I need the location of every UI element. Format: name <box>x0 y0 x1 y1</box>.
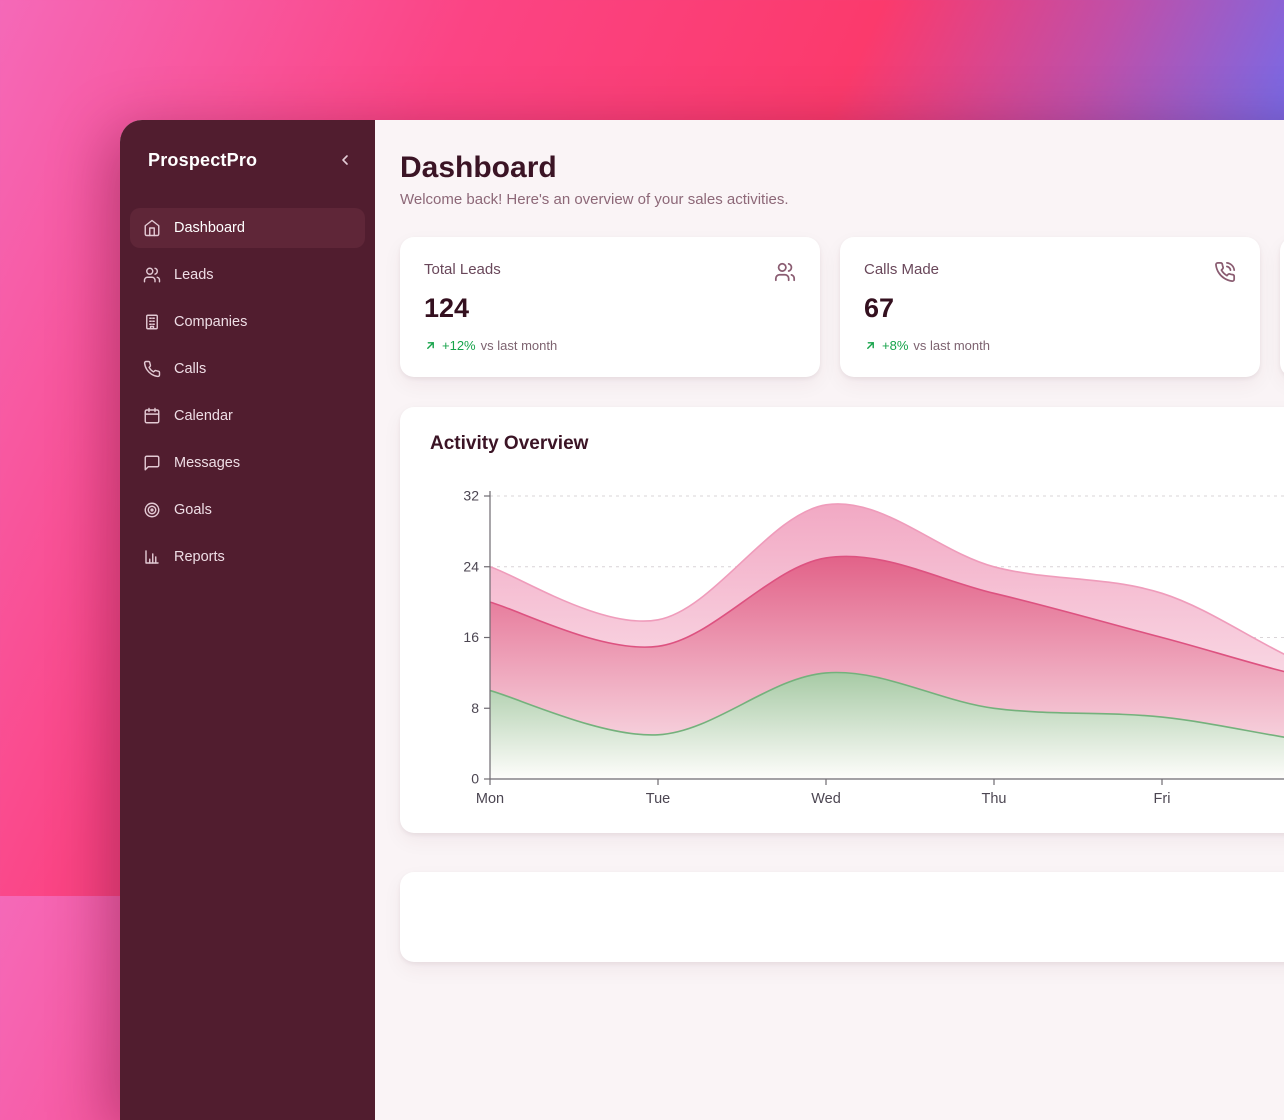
bar-chart-icon <box>143 548 161 566</box>
sidebar-item-messages[interactable]: Messages <box>130 443 365 483</box>
home-icon <box>143 219 161 237</box>
sidebar-item-leads[interactable]: Leads <box>130 255 365 295</box>
stat-value: 124 <box>424 293 796 324</box>
svg-text:8: 8 <box>471 700 479 716</box>
stat-trend: +8% vs last month <box>864 338 1236 353</box>
sidebar-nav: Dashboard Leads Companies Calls Calendar… <box>130 208 365 577</box>
stat-value: 67 <box>864 293 1236 324</box>
main-content: Dashboard Welcome back! Here's an overvi… <box>375 120 1284 1120</box>
svg-text:24: 24 <box>463 558 479 574</box>
arrow-up-right-icon <box>864 339 877 352</box>
phone-call-icon <box>1214 261 1236 283</box>
page-subtitle: Welcome back! Here's an overview of your… <box>400 189 1284 211</box>
sidebar-item-goals[interactable]: Goals <box>130 490 365 530</box>
sidebar-item-label: Reports <box>174 549 225 565</box>
target-icon <box>143 501 161 519</box>
sidebar-item-label: Dashboard <box>174 220 245 236</box>
activity-chart: 08162432MonTueWedThuFriSatSun <box>430 479 1284 809</box>
trend-delta: +8% <box>882 338 908 353</box>
sidebar: ProspectPro Dashboard Leads Companies Ca… <box>120 120 375 1120</box>
svg-text:Tue: Tue <box>646 791 670 807</box>
svg-text:32: 32 <box>463 488 479 504</box>
app-brand: ProspectPro <box>148 150 257 171</box>
sidebar-item-reports[interactable]: Reports <box>130 537 365 577</box>
stats-row: Total Leads 124 +12% vs last month Calls… <box>400 237 1284 377</box>
trend-text: vs last month <box>481 338 558 353</box>
users-icon <box>774 261 796 283</box>
chart-title: Activity Overview <box>430 433 1284 455</box>
page-title: Dashboard <box>400 150 1284 186</box>
app-window: ProspectPro Dashboard Leads Companies Ca… <box>120 120 1284 1120</box>
stat-card-calls-made: Calls Made 67 +8% vs last month <box>840 237 1260 377</box>
svg-text:Fri: Fri <box>1154 791 1171 807</box>
svg-text:Wed: Wed <box>811 791 841 807</box>
trend-text: vs last month <box>913 338 990 353</box>
clipped-bottom-card <box>400 872 1284 962</box>
users-icon <box>143 266 161 284</box>
stat-card-clipped <box>1280 237 1284 377</box>
chevron-left-icon <box>337 152 353 168</box>
sidebar-item-label: Calls <box>174 361 206 377</box>
trend-delta: +12% <box>442 338 476 353</box>
stat-card-total-leads: Total Leads 124 +12% vs last month <box>400 237 820 377</box>
svg-text:16: 16 <box>463 629 479 645</box>
sidebar-item-label: Companies <box>174 314 247 330</box>
sidebar-item-dashboard[interactable]: Dashboard <box>130 208 365 248</box>
sidebar-header: ProspectPro <box>130 148 365 172</box>
message-square-icon <box>143 454 161 472</box>
sidebar-item-label: Calendar <box>174 408 233 424</box>
stat-label: Calls Made <box>864 261 939 278</box>
sidebar-item-label: Messages <box>174 455 240 471</box>
stat-label: Total Leads <box>424 261 501 278</box>
calendar-icon <box>143 407 161 425</box>
arrow-up-right-icon <box>424 339 437 352</box>
sidebar-item-calls[interactable]: Calls <box>130 349 365 389</box>
stat-trend: +12% vs last month <box>424 338 796 353</box>
sidebar-item-label: Goals <box>174 502 212 518</box>
svg-text:Mon: Mon <box>476 791 504 807</box>
activity-overview-card: Activity Overview 0 8 16 24 32 Mon Tue Wed Thu Fr… <box>400 407 1284 833</box>
sidebar-item-calendar[interactable]: Calendar <box>130 396 365 436</box>
sidebar-item-label: Leads <box>174 267 214 283</box>
sidebar-item-companies[interactable]: Companies <box>130 302 365 342</box>
building-icon <box>143 313 161 331</box>
sidebar-collapse-button[interactable] <box>333 148 357 172</box>
phone-icon <box>143 360 161 378</box>
svg-text:0: 0 <box>471 771 479 787</box>
svg-text:Thu: Thu <box>982 791 1007 807</box>
